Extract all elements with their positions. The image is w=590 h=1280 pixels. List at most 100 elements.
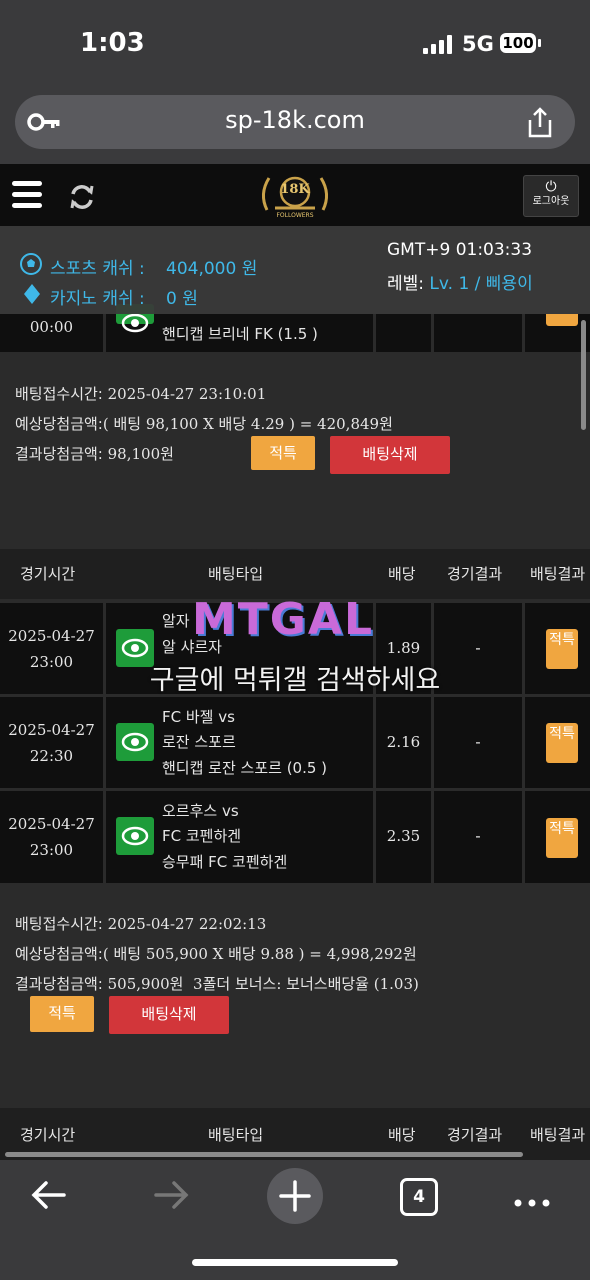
network-label: 5G [462, 32, 494, 56]
share-icon[interactable] [526, 107, 554, 143]
account-info-bar: 스포츠 캐쉬 : 404,000 원 카지노 캐쉬 : 0 원 GMT+9 01… [0, 226, 590, 314]
horizontal-scrollbar[interactable] [5, 1152, 523, 1157]
odds-value: 1.89 [386, 639, 421, 657]
new-tab-button[interactable] [267, 1168, 323, 1224]
bonus-text: 3폴더 보너스: 보너스배당율 (1.03) [193, 975, 419, 993]
bet-time-label: 배팅접수시간: [15, 915, 103, 933]
table-cell: 적특 [525, 697, 590, 788]
match-date: 2025-04-27 [8, 627, 95, 645]
expected-label: 예상당첨금액: [15, 415, 103, 433]
more-options-icon[interactable] [514, 1192, 550, 1211]
casino-cash-label: 카지노 캐쉬 : [50, 289, 145, 309]
game-result: - [475, 639, 481, 657]
status-badge[interactable] [546, 314, 578, 326]
logo-subtext: FOLLOWERS [276, 212, 314, 219]
team-line: 오르후스 vs [162, 802, 239, 820]
server-time: GMT+9 01:03:33 [387, 240, 533, 260]
header-bet-type: 배팅타입 [208, 565, 264, 583]
bet-description: 핸디캡 브리네 FK (1.5 ) [162, 325, 318, 343]
table-cell: 00:00 [0, 314, 103, 352]
bet-time-value: 2025-04-27 22:02:13 [107, 915, 267, 933]
expected-value: ( 배팅 505,900 X 배당 9.88 ) = 4,998,292원 [102, 945, 417, 963]
table-cell: - [434, 791, 522, 883]
odds-value: 2.16 [386, 733, 421, 751]
watermark-text: 구글에 먹튀갤 검색하세요 [149, 665, 441, 696]
signal-icon [423, 34, 455, 54]
game-result: - [475, 827, 481, 845]
table-cell: 2025-04-27 23:00 [0, 791, 103, 883]
match-date: 2025-04-27 [8, 815, 95, 833]
eye-icon[interactable] [116, 817, 154, 855]
user-level: 레벨: Lv. 1 / 삐용이 [387, 269, 533, 294]
match-time: 23:00 [29, 841, 74, 859]
status-badge[interactable]: 적특 [546, 818, 578, 858]
team-line: 로잔 스포르 [162, 733, 236, 751]
odds-value: 2.35 [386, 827, 421, 845]
soccer-ball-icon [20, 253, 42, 279]
header-odds: 배당 [388, 1126, 416, 1144]
header-bet-result: 배팅결과 [530, 565, 586, 583]
sports-cash-value: 404,000 원 [166, 259, 258, 279]
table-cell: 적특 [525, 791, 590, 883]
hamburger-menu-icon[interactable] [12, 181, 42, 214]
delete-bet-button[interactable]: 배팅삭제 [330, 436, 450, 474]
status-time: 1:03 [80, 28, 145, 58]
result-win: 결과당첨금액: 98,100원 [15, 443, 174, 464]
table-cell: - [434, 697, 522, 788]
refresh-icon[interactable] [68, 183, 96, 215]
level-value: Lv. 1 / 삐용이 [429, 274, 533, 294]
battery-icon: 100 [500, 33, 536, 53]
bet-time: 배팅접수시간: 2025-04-27 22:02:13 [15, 913, 266, 934]
logout-button[interactable]: ⏻ 로그아웃 [523, 175, 579, 217]
tabs-button[interactable]: 4 [400, 1178, 438, 1216]
header-odds: 배당 [388, 565, 416, 583]
eye-icon[interactable] [116, 723, 154, 761]
logout-label: 로그아웃 [532, 196, 570, 207]
game-result: - [475, 733, 481, 751]
back-arrow-icon[interactable] [30, 1180, 66, 1214]
delete-bet-button[interactable]: 배팅삭제 [109, 996, 229, 1034]
bet-description: 핸디캡 로잔 스포르 (0.5 ) [162, 759, 328, 777]
table-cell: 오르후스 vs FC 코펜하겐 승무패 FC 코펜하겐 [106, 791, 373, 883]
level-label: 레벨: [387, 274, 425, 294]
header-time: 경기시간 [20, 565, 76, 583]
result-label: 결과당첨금액: [15, 445, 103, 463]
status-badge[interactable]: 적특 [546, 723, 578, 763]
header-game-result: 경기결과 [447, 1126, 503, 1144]
table-cell [434, 314, 522, 352]
match-date: 2025-04-27 [8, 721, 95, 739]
match-time: 22:30 [29, 747, 74, 765]
table-cell: 2.35 [376, 791, 431, 883]
bet-time-label: 배팅접수시간: [15, 385, 103, 403]
table-cell [376, 314, 431, 352]
expected-value: ( 배팅 98,100 X 배당 4.29 ) = 420,849원 [102, 415, 393, 433]
table-cell: 핸디캡 브리네 FK (1.5 ) [106, 304, 373, 352]
sports-cash-label: 스포츠 캐쉬 : [50, 259, 145, 279]
result-value: 98,100원 [107, 445, 174, 463]
casino-cash-value: 0 원 [166, 289, 198, 309]
team-line: 알자 [162, 612, 190, 630]
home-indicator[interactable] [192, 1259, 398, 1266]
status-button[interactable]: 적특 [251, 436, 315, 470]
table-cell: 2025-04-27 22:30 [0, 697, 103, 788]
status-button[interactable]: 적특 [30, 996, 94, 1032]
url-text[interactable]: sp-18k.com [0, 106, 590, 134]
result-win: 결과당첨금액: 505,900원 3폴더 보너스: 보너스배당율 (1.03) [15, 973, 419, 994]
power-icon: ⏻ [545, 179, 557, 195]
diamond-icon [24, 284, 40, 308]
plus-icon [279, 1180, 311, 1212]
site-logo[interactable]: 18K FOLLOWERS [255, 170, 335, 222]
bet-description: 승무패 FC 코펜하겐 [162, 853, 288, 871]
table-cell: 2.16 [376, 697, 431, 788]
forward-arrow-icon[interactable] [154, 1180, 190, 1214]
table-header: 경기시간 배팅타입 배당 경기결과 배팅결과 [0, 549, 590, 599]
match-time: 00:00 [29, 318, 74, 336]
team-line: FC 코펜하겐 [162, 827, 242, 845]
vertical-scrollbar[interactable] [581, 320, 586, 430]
team-line: FC 바젤 vs [162, 708, 235, 726]
header-game-result: 경기결과 [447, 565, 503, 583]
battery-tip [538, 39, 541, 47]
watermark-logo: MTGAL [192, 594, 375, 645]
expected-win: 예상당첨금액:( 배팅 98,100 X 배당 4.29 ) = 420,849… [15, 413, 393, 434]
header-bet-result: 배팅결과 [530, 1126, 586, 1144]
